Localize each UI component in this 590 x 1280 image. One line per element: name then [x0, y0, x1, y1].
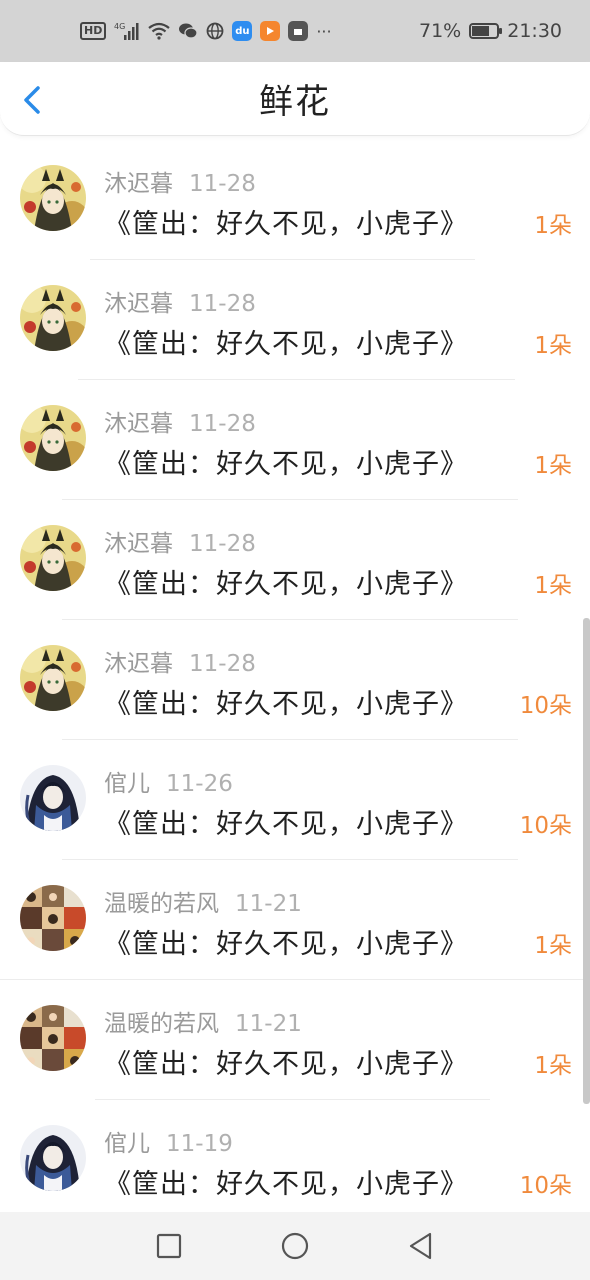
book-title: 《筐出：好久不见，小虎子》 — [104, 449, 468, 480]
status-right: 71% 21:30 — [419, 20, 562, 42]
shop-app-icon — [288, 21, 309, 41]
chevron-left-icon — [24, 86, 40, 114]
flower-count: 10朵 — [519, 693, 572, 719]
user-name[interactable]: 沐迟暮 — [104, 651, 173, 677]
battery-icon — [469, 23, 503, 39]
user-name[interactable]: 温暖的若风 — [104, 891, 219, 917]
list-item[interactable]: 倌儿 11-19 《筐出：好久不见，小虎子》 10朵 — [0, 1100, 590, 1212]
date: 11-28 — [189, 411, 256, 437]
flower-list: 沐迟暮 11-28 《筐出：好久不见，小虎子》 1朵 沐迟暮 11-28 《筐出：好… — [0, 140, 590, 1212]
book-title: 《筐出：好久不见，小虎子》 — [104, 209, 468, 240]
play-app-icon — [260, 21, 281, 41]
list-item[interactable]: 沐迟暮 11-28 《筐出：好久不见，小虎子》 1朵 — [0, 380, 590, 500]
flower-count: 1朵 — [534, 573, 572, 599]
avatar[interactable] — [20, 1005, 86, 1071]
svg-text:4G: 4G — [114, 22, 125, 31]
back-button[interactable] — [18, 82, 48, 118]
book-title: 《筐出：好久不见，小虎子》 — [104, 929, 468, 960]
date: 11-28 — [189, 171, 256, 197]
avatar[interactable] — [20, 765, 86, 831]
more-notifications-icon: ··· — [316, 21, 332, 41]
book-title: 《筐出：好久不见，小虎子》 — [104, 1169, 468, 1200]
date: 11-28 — [189, 531, 256, 557]
list-item[interactable]: 沐迟暮 11-28 《筐出：好久不见，小虎子》 1朵 — [0, 500, 590, 620]
avatar[interactable] — [20, 645, 86, 711]
avatar[interactable] — [20, 885, 86, 951]
user-name[interactable]: 沐迟暮 — [104, 411, 173, 437]
date: 11-28 — [189, 651, 256, 677]
user-name[interactable]: 倌儿 — [104, 1131, 150, 1157]
flower-count: 1朵 — [534, 213, 572, 239]
user-name[interactable]: 沐迟暮 — [104, 291, 173, 317]
list-item[interactable]: 沐迟暮 11-28 《筐出：好久不见，小虎子》 10朵 — [0, 620, 590, 740]
book-title: 《筐出：好久不见，小虎子》 — [104, 689, 468, 720]
avatar[interactable] — [20, 285, 86, 351]
scrollbar[interactable] — [583, 618, 590, 1104]
avatar[interactable] — [20, 165, 86, 231]
flower-count: 1朵 — [534, 453, 572, 479]
list-item[interactable]: 倌儿 11-26 《筐出：好久不见，小虎子》 10朵 — [0, 740, 590, 860]
avatar[interactable] — [20, 405, 86, 471]
battery-fill — [472, 26, 490, 36]
app-notification-icon: du — [232, 21, 253, 41]
home-button[interactable] — [280, 1231, 310, 1261]
home-icon — [281, 1232, 309, 1260]
book-title: 《筐出：好久不见，小虎子》 — [104, 569, 468, 600]
date: 11-21 — [235, 1011, 302, 1037]
list-item[interactable]: 沐迟暮 11-28 《筐出：好久不见，小虎子》 1朵 — [0, 260, 590, 380]
avatar[interactable] — [20, 525, 86, 591]
user-name[interactable]: 沐迟暮 — [104, 171, 173, 197]
date: 11-28 — [189, 291, 256, 317]
back-triangle-icon — [409, 1232, 432, 1260]
date: 11-21 — [235, 891, 302, 917]
signal-icon: 4G — [114, 21, 140, 41]
flower-count: 10朵 — [519, 813, 572, 839]
user-name[interactable]: 沐迟暮 — [104, 531, 173, 557]
book-title: 《筐出：好久不见，小虎子》 — [104, 329, 468, 360]
system-nav-bar — [0, 1212, 590, 1280]
globe-icon — [206, 22, 224, 40]
status-bar: HD 4G du ··· 71% 21:30 — [0, 0, 590, 62]
recent-apps-icon — [156, 1233, 182, 1259]
status-left-icons: HD 4G du ··· — [80, 21, 332, 41]
list-item[interactable]: 温暖的若风 11-21 《筐出：好久不见，小虎子》 1朵 — [0, 980, 590, 1100]
list-item[interactable]: 沐迟暮 11-28 《筐出：好久不见，小虎子》 1朵 — [0, 140, 590, 260]
book-title: 《筐出：好久不见，小虎子》 — [104, 1049, 468, 1080]
wechat-icon — [178, 22, 198, 40]
nav-back-button[interactable] — [406, 1231, 436, 1261]
flower-count: 1朵 — [534, 1053, 572, 1079]
flower-count: 1朵 — [534, 933, 572, 959]
date: 11-19 — [166, 1131, 233, 1157]
user-name[interactable]: 温暖的若风 — [104, 1011, 219, 1037]
book-title: 《筐出：好久不见，小虎子》 — [104, 809, 468, 840]
flower-count: 10朵 — [519, 1173, 572, 1199]
list-item[interactable]: 温暖的若风 11-21 《筐出：好久不见，小虎子》 1朵 — [0, 860, 590, 980]
flower-count: 1朵 — [534, 333, 572, 359]
user-name[interactable]: 倌儿 — [104, 771, 150, 797]
clock: 21:30 — [507, 20, 562, 42]
wifi-icon — [148, 22, 171, 40]
hd-icon: HD — [80, 22, 107, 40]
avatar[interactable] — [20, 1125, 86, 1191]
header: 鲜花 — [0, 62, 590, 136]
recent-apps-button[interactable] — [154, 1231, 184, 1261]
date: 11-26 — [166, 771, 233, 797]
page-title: 鲜花 — [259, 82, 331, 122]
battery-percent: 71% — [419, 20, 462, 42]
